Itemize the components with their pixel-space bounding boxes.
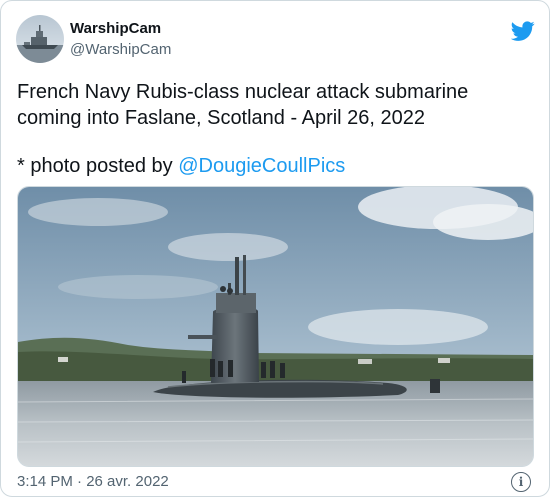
tweet-timestamp[interactable]: 3:14 PM · 26 avr. 2022 — [17, 473, 169, 490]
tweet-text-credit: * photo posted by @DougieCoullPics — [17, 153, 537, 179]
submarine-photo — [18, 187, 533, 466]
author-handle[interactable]: @WarshipCam — [70, 40, 171, 60]
tweet-card[interactable]: WarshipCam @WarshipCam French Navy Rubis… — [0, 0, 550, 497]
info-icon[interactable]: i — [511, 472, 531, 492]
twitter-bird-icon[interactable] — [510, 19, 535, 43]
tweet-photo[interactable] — [17, 186, 534, 467]
warship-avatar-icon — [16, 15, 64, 63]
tweet-text: French Navy Rubis-class nuclear attack s… — [17, 79, 537, 179]
mention-link[interactable]: @DougieCoullPics — [178, 155, 345, 177]
credit-prefix: * photo posted by — [17, 155, 179, 177]
author-avatar[interactable] — [16, 15, 64, 63]
author-display-name[interactable]: WarshipCam — [70, 19, 171, 39]
tweet-text-line: French Navy Rubis-class nuclear attack s… — [17, 81, 469, 129]
